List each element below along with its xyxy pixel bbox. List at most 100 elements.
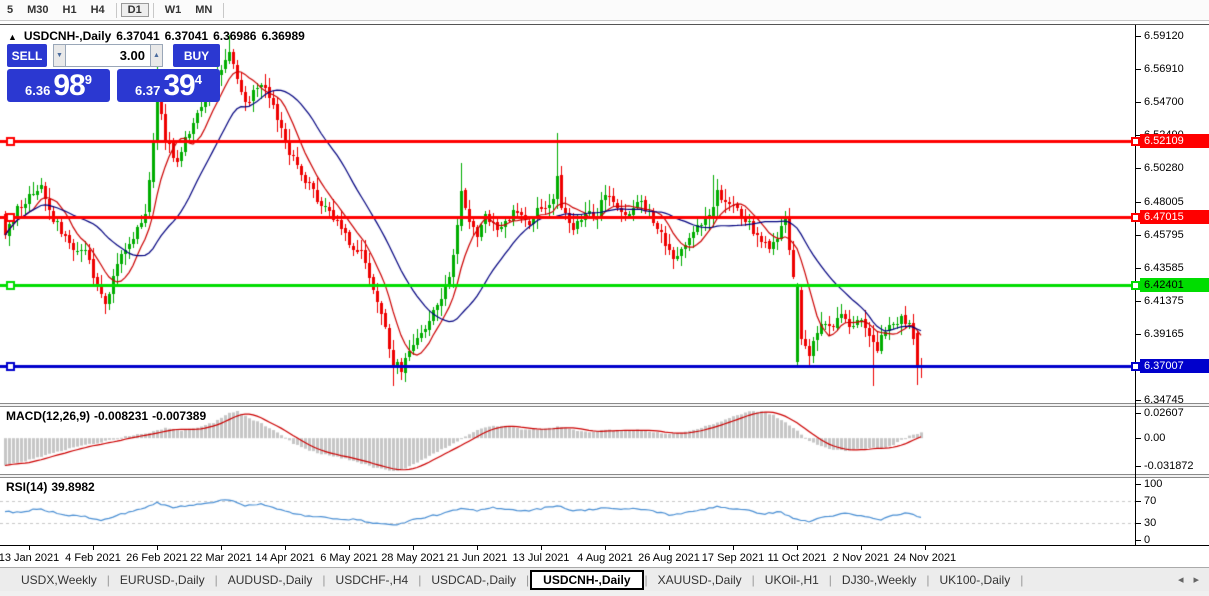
date-tick-label: 13 Jul 2021 [506, 552, 576, 564]
hline-axis-marker[interactable] [1131, 362, 1140, 371]
tabs-scroll-left-icon[interactable]: ◂ [1178, 573, 1184, 586]
ask-price-big: 39 [163, 71, 194, 101]
price-tick-label: 6.45795 [1144, 229, 1184, 241]
macd-main-value: -0.008231 [94, 409, 148, 423]
tab-separator: | [752, 573, 755, 587]
quote-high: 6.37041 [165, 29, 208, 43]
date-tick-label: 11 Oct 2021 [762, 552, 832, 564]
ask-price-panel[interactable]: 6.37394 [117, 69, 220, 102]
date-tick [349, 546, 350, 550]
date-tick [925, 546, 926, 550]
pane-splitter[interactable] [0, 403, 1209, 407]
axis-tick [1136, 400, 1141, 401]
date-tick [29, 546, 30, 550]
rsi-value: 39.8982 [51, 480, 94, 494]
date-tick-label: 26 Feb 2021 [122, 552, 192, 564]
one-click-trading-panel: SELL ▼ 3.00 ▲ BUY 6.36989 6.37394 [7, 44, 220, 102]
tab-separator: | [526, 573, 529, 587]
chart-symbol-period: USDCNH-,Daily [24, 29, 111, 43]
axis-tick [1136, 102, 1141, 103]
tab-separator: | [107, 573, 110, 587]
price-tick-label: 6.59120 [1144, 30, 1184, 42]
pane-splitter[interactable] [0, 474, 1209, 478]
date-tick [157, 546, 158, 550]
price-tick-label: 70 [1144, 495, 1156, 507]
timeframe-button-d1[interactable]: D1 [121, 3, 149, 17]
volume-input[interactable]: 3.00 [66, 44, 150, 67]
axis-tick [1136, 540, 1141, 541]
tab-separator: | [418, 573, 421, 587]
hline-price-label: 6.42401 [1140, 278, 1209, 292]
hline-axis-marker[interactable] [1131, 281, 1140, 290]
bid-price-big: 98 [53, 71, 84, 101]
bid-price-panel[interactable]: 6.36989 [7, 69, 110, 102]
axis-tick [1136, 334, 1141, 335]
volume-increase-button[interactable]: ▲ [150, 44, 163, 67]
axis-tick [1136, 168, 1141, 169]
timeframe-button-mn[interactable]: MN [188, 3, 219, 17]
date-tick-label: 4 Aug 2021 [570, 552, 640, 564]
tab-separator: | [829, 573, 832, 587]
date-tick-label: 4 Feb 2021 [58, 552, 128, 564]
date-tick-label: 17 Sep 2021 [698, 552, 768, 564]
volume-decrease-button[interactable]: ▼ [53, 44, 66, 67]
sell-button[interactable]: SELL [7, 44, 47, 67]
hline-axis-marker[interactable] [1131, 213, 1140, 222]
price-axis[interactable]: 6.591206.569106.547006.524906.502806.480… [1135, 25, 1209, 545]
axis-tick [1136, 438, 1141, 439]
chart-tab-xauusd-daily[interactable]: XAUUSD-,Daily [649, 571, 751, 589]
toolbar-separator [116, 3, 117, 18]
toolbar-separator [153, 3, 154, 18]
axis-tick [1136, 235, 1141, 236]
quote-close: 6.36989 [261, 29, 304, 43]
collapse-chart-icon[interactable]: ▲ [8, 32, 17, 42]
date-tick-label: 26 Aug 2021 [634, 552, 704, 564]
timeframe-button-w1[interactable]: W1 [158, 3, 189, 17]
date-tick [413, 546, 414, 550]
price-tick-label: 100 [1144, 478, 1162, 490]
tab-separator: | [1020, 573, 1023, 587]
date-tick [605, 546, 606, 550]
date-tick [477, 546, 478, 550]
timeframe-button-m30[interactable]: M30 [20, 3, 55, 17]
chart-tab-audusd-daily[interactable]: AUDUSD-,Daily [219, 571, 322, 589]
date-tick [797, 546, 798, 550]
chevron-down-icon: ▼ [56, 52, 63, 59]
tab-separator: | [645, 573, 648, 587]
ask-price-small: 6.37 [135, 83, 160, 98]
bid-price-sup: 9 [85, 72, 92, 87]
chart-tab-dj30-weekly[interactable]: DJ30-,Weekly [833, 571, 925, 589]
chart-tab-eurusd-daily[interactable]: EURUSD-,Daily [111, 571, 214, 589]
date-tick-label: 14 Apr 2021 [250, 552, 320, 564]
date-tick-label: 28 May 2021 [378, 552, 448, 564]
hline-price-label: 6.47015 [1140, 210, 1209, 224]
date-tick-label: 13 Jan 2021 [0, 552, 64, 564]
chart-tab-uk100-daily[interactable]: UK100-,Daily [931, 571, 1020, 589]
axis-tick [1136, 413, 1141, 414]
chart-tab-usdcad-daily[interactable]: USDCAD-,Daily [422, 571, 525, 589]
date-tick-label: 2 Nov 2021 [826, 552, 896, 564]
date-tick-label: 21 Jun 2021 [442, 552, 512, 564]
chart-tab-usdchf-h4[interactable]: USDCHF-,H4 [327, 571, 418, 589]
rsi-indicator-canvas[interactable] [0, 478, 1135, 545]
buy-button[interactable]: BUY [173, 44, 220, 67]
axis-tick [1136, 466, 1141, 467]
chart-tab-usdcnh-daily[interactable]: USDCNH-,Daily [530, 570, 643, 590]
macd-signal-value: -0.007389 [152, 409, 206, 423]
chart-tab-usdx-weekly[interactable]: USDX,Weekly [12, 571, 106, 589]
date-tick [733, 546, 734, 550]
timeframe-button-h4[interactable]: H4 [84, 3, 112, 17]
tabs-scroll-right-icon[interactable]: ▸ [1193, 573, 1199, 586]
timeframe-button-5[interactable]: 5 [0, 3, 20, 17]
chart-tab-ukoil-h1[interactable]: UKOil-,H1 [756, 571, 828, 589]
bid-price-small: 6.36 [25, 83, 50, 98]
axis-tick [1136, 501, 1141, 502]
price-tick-label: 6.34745 [1144, 394, 1184, 406]
hline-axis-marker[interactable] [1131, 137, 1140, 146]
axis-tick [1136, 484, 1141, 485]
date-tick [93, 546, 94, 550]
timeframe-button-h1[interactable]: H1 [56, 3, 84, 17]
price-tick-label: 6.41375 [1144, 295, 1184, 307]
date-axis[interactable]: 13 Jan 20214 Feb 202126 Feb 202122 Mar 2… [0, 545, 1209, 567]
chart-title: ▲USDCNH-,Daily6.370416.370416.369866.369… [8, 29, 310, 43]
